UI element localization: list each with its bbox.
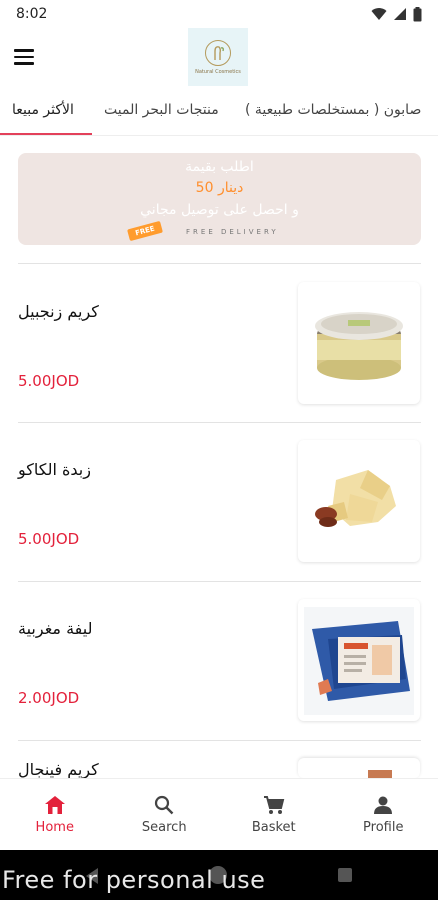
cart-icon [263,794,285,816]
product-card[interactable]: كريم فينجال [0,758,438,779]
free-tag-badge: FREE [127,220,163,242]
divider [18,581,421,582]
product-name: زبدة الكاكو [18,460,91,479]
product-card[interactable]: كريم زنجبيل 5.00JOD [0,282,438,432]
tab-dead-sea-products[interactable]: منتجات البحر الميت [104,88,219,134]
product-price: 5.00JOD [18,530,80,548]
cocoa-butter-image [298,440,420,562]
nav-profile-label: Profile [363,820,404,835]
divider [18,740,421,741]
signal-icon [394,8,406,20]
tab-soap[interactable]: صابون ( بمستخلصات طبيعية ) [245,88,421,134]
app-bar: Natural Cosmetics [0,28,438,88]
product-price: 2.00JOD [18,689,80,707]
nav-profile[interactable]: Profile [329,779,438,850]
product-name: كريم فينجال [18,760,99,779]
product-price: 5.00JOD [18,372,80,390]
cream-jar-image [298,758,420,778]
nav-search[interactable]: Search [110,779,220,850]
wifi-icon [371,8,387,20]
tab-best-sellers[interactable]: الأكثر مبيعا [12,88,74,134]
product-card[interactable]: ليفة مغربية 2.00JOD [0,599,438,749]
status-bar: 8:02 [0,0,438,28]
category-tabs: صابون ( بمستخلصات طبيعية ) منتجات البحر … [0,88,438,136]
banner-line-3: و احصل على توصيل مجاني [140,202,299,218]
nav-search-label: Search [141,820,187,835]
product-name: ليفة مغربية [18,619,93,638]
system-navigation-bar: Free for personal use [0,850,438,900]
search-icon [153,794,175,816]
divider [18,263,421,264]
battery-icon [413,6,422,21]
product-card[interactable]: زبدة الكاكو 5.00JOD [0,440,438,590]
bottom-navigation: Home Search Basket Profile [0,778,438,850]
brand-logo[interactable]: Natural Cosmetics [188,28,248,86]
banner-delivery-text: FREE DELIVERY [186,228,279,236]
home-icon [44,794,66,816]
cream-jar-image [298,282,420,404]
divider [18,422,421,423]
status-time: 8:02 [16,6,48,22]
banner-line-1: اطلب بقيمة [185,159,254,175]
watermark-text: Free for personal use [2,866,266,894]
nav-basket[interactable]: Basket [219,779,329,850]
banner-line-2: 50 دينار [195,180,244,196]
nav-home-label: Home [35,820,74,835]
status-icons [371,6,422,22]
logo-emblem [205,39,231,66]
nav-basket-label: Basket [251,820,296,835]
logo-text: Natural Cosmetics [195,68,241,75]
profile-icon [372,794,394,816]
nav-home[interactable]: Home [0,779,110,850]
moroccan-loofah-image [298,599,420,721]
promo-banner[interactable]: اطلب بقيمة 50 دينار و احصل على توصيل مجا… [18,153,421,245]
tab-active-indicator [0,133,92,135]
product-name: كريم زنجبيل [18,302,99,321]
system-recents-icon[interactable] [338,868,352,882]
menu-icon[interactable] [14,44,40,70]
